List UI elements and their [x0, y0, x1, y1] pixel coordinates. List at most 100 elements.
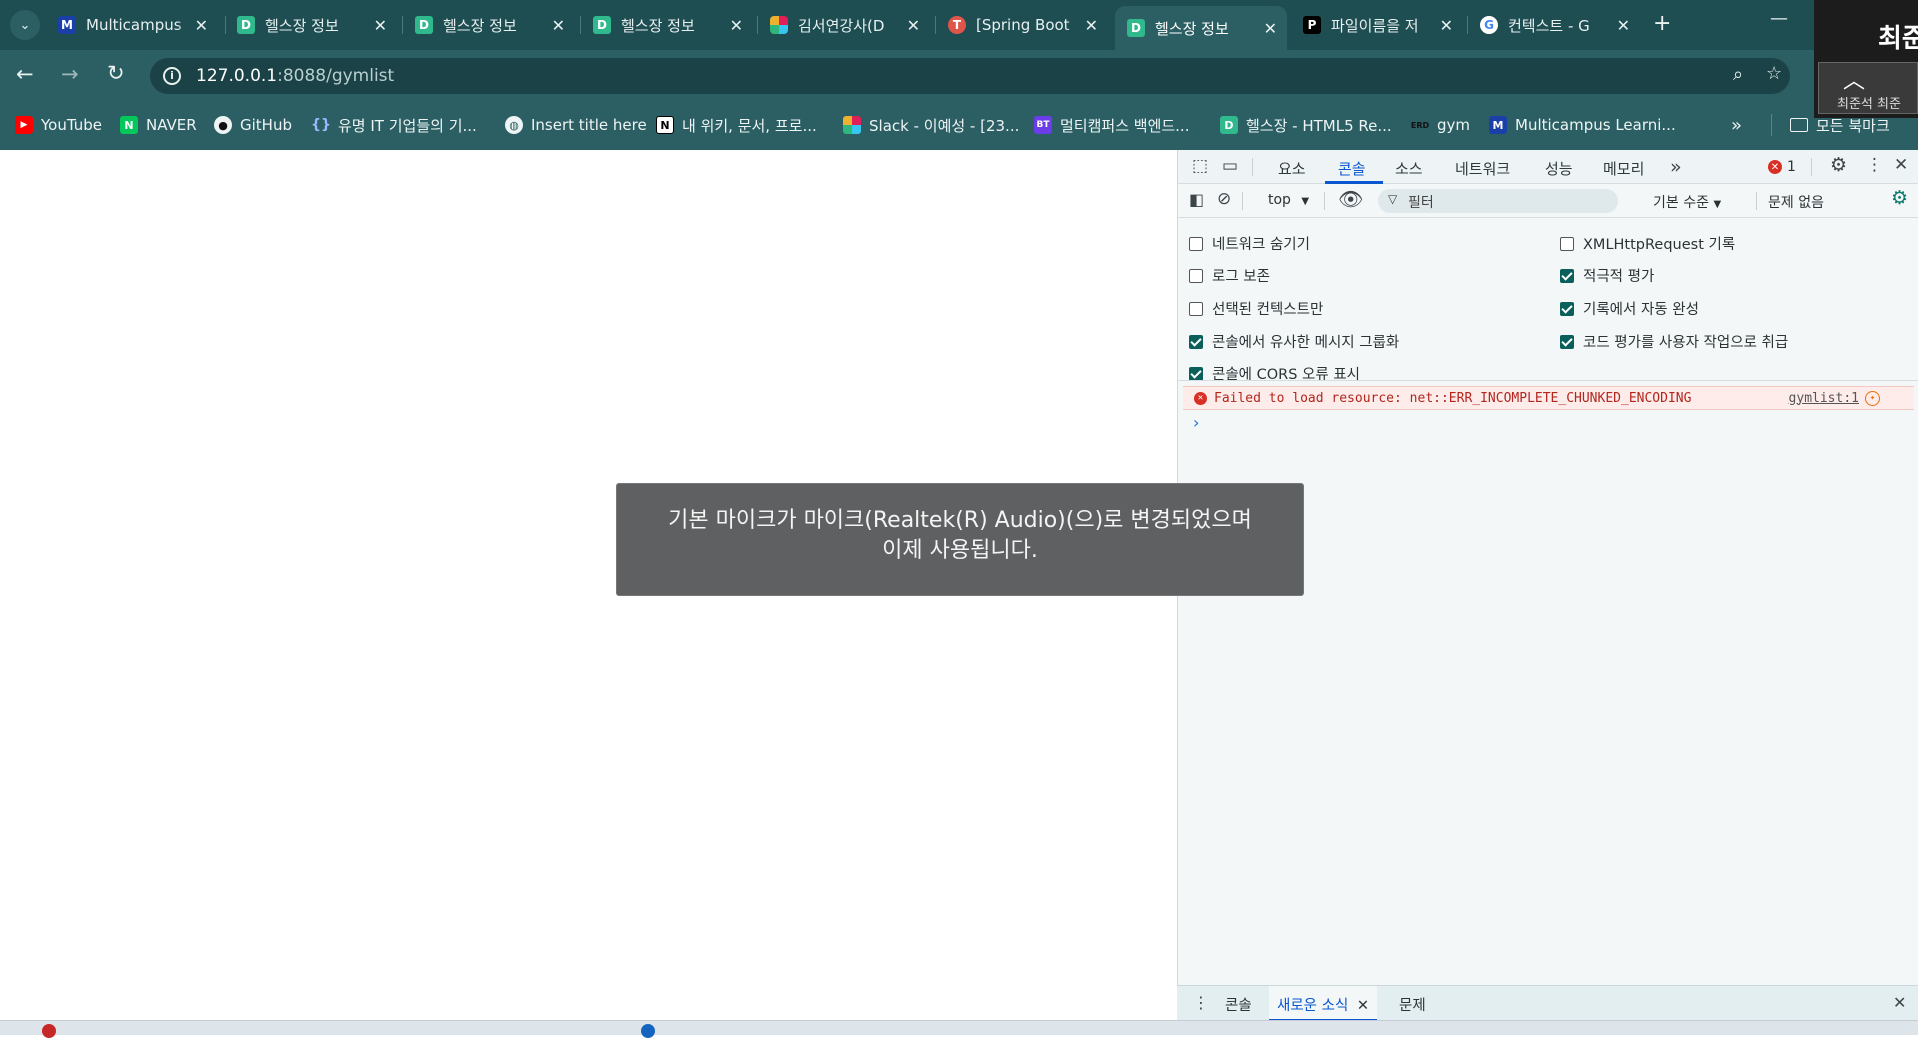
- inspect-element-icon[interactable]: ⬚: [1192, 156, 1208, 176]
- option-hide-network[interactable]: 네트워크 숨기기: [1189, 233, 1310, 254]
- checkbox-checked[interactable]: [1189, 366, 1203, 381]
- option-group-similar[interactable]: 콘솔에서 유사한 메시지 그룹화: [1189, 331, 1399, 352]
- bookmark-gym[interactable]: ERD gym: [1411, 114, 1470, 136]
- close-icon[interactable]: ✕: [1617, 16, 1630, 35]
- minimize-button[interactable]: —: [1770, 8, 1788, 29]
- checkbox-checked[interactable]: [1560, 268, 1574, 283]
- slack-icon: [770, 16, 788, 34]
- option-eager-eval[interactable]: 적극적 평가: [1560, 265, 1654, 286]
- tab-elements[interactable]: 요소: [1278, 158, 1306, 179]
- tab-memory[interactable]: 메모리: [1603, 158, 1644, 179]
- bookmark-gym-html[interactable]: D 헬스장 - HTML5 Re...: [1220, 114, 1392, 136]
- error-badge[interactable]: ✕ 1: [1768, 159, 1796, 175]
- option-preserve-log[interactable]: 로그 보존: [1189, 265, 1270, 286]
- close-drawer-icon[interactable]: ✕: [1893, 993, 1906, 1012]
- checkbox-checked[interactable]: [1189, 334, 1203, 349]
- bookmark-multicampus-learning[interactable]: M Multicampus Learni...: [1489, 114, 1676, 136]
- close-icon[interactable]: ✕: [1440, 16, 1453, 35]
- checkbox[interactable]: [1189, 301, 1203, 316]
- close-icon[interactable]: ✕: [195, 16, 208, 35]
- checkbox-checked[interactable]: [1560, 301, 1574, 316]
- tab-7[interactable]: P 파일이름을 저 ✕: [1303, 8, 1463, 42]
- clear-console-icon[interactable]: ⊘: [1217, 189, 1231, 209]
- site-info-icon[interactable]: i: [163, 67, 181, 85]
- live-expression-eye-icon[interactable]: 👁: [1338, 187, 1363, 211]
- close-icon[interactable]: ✕: [552, 16, 565, 35]
- tab-search-button[interactable]: ⌄: [10, 10, 40, 40]
- checkbox[interactable]: [1189, 268, 1203, 283]
- sidebar-toggle-icon[interactable]: ◧: [1189, 190, 1204, 209]
- close-icon[interactable]: ✕: [907, 16, 920, 35]
- back-button[interactable]: ←: [16, 62, 34, 86]
- close-icon[interactable]: ✕: [1264, 19, 1277, 38]
- chevron-up-icon[interactable]: ︿: [1843, 63, 1865, 95]
- more-tabs-icon[interactable]: »: [1670, 156, 1682, 178]
- tab-sources[interactable]: 소스: [1395, 158, 1423, 179]
- bookmark-insert-title[interactable]: ◍ Insert title here: [505, 114, 647, 136]
- filter-input[interactable]: ▽ 필터: [1378, 189, 1618, 213]
- bookmark-label: 유명 IT 기업들의 기...: [338, 116, 477, 135]
- checkbox[interactable]: [1560, 236, 1574, 251]
- drawer-tab-console[interactable]: 콘솔: [1225, 994, 1252, 1015]
- drawer-tab-issues[interactable]: 문제: [1399, 994, 1426, 1015]
- tab-3[interactable]: D 헬스장 정보 ✕: [593, 8, 753, 42]
- drawer-tab-whats-new[interactable]: 새로운 소식 ✕: [1269, 986, 1378, 1021]
- error-source-link[interactable]: gymlist:1: [1789, 391, 1859, 406]
- tab-6-active[interactable]: D 헬스장 정보 ✕: [1115, 6, 1287, 50]
- tab-1[interactable]: D 헬스장 정보 ✕: [237, 8, 397, 42]
- option-label: 선택된 컨텍스트만: [1212, 302, 1324, 318]
- tab-4[interactable]: 김서연강사(D ✕: [770, 8, 930, 42]
- drawer-menu-icon[interactable]: ⋮: [1193, 993, 1209, 1012]
- bookmark-youtube[interactable]: ▶ YouTube: [15, 114, 102, 136]
- bookmarks-overflow-button[interactable]: »: [1731, 114, 1742, 136]
- device-toolbar-icon[interactable]: ▭: [1222, 156, 1238, 176]
- taskbar-blue-icon[interactable]: [641, 1024, 655, 1038]
- close-icon[interactable]: ✕: [1085, 16, 1098, 35]
- address-bar[interactable]: i 127.0.0.1:8088/gymlist ⌕ ☆: [150, 58, 1790, 94]
- close-icon[interactable]: ✕: [1357, 998, 1369, 1014]
- more-options-icon[interactable]: ⋮: [1866, 155, 1883, 175]
- console-prompt[interactable]: ›: [1193, 413, 1199, 432]
- option-autocomplete-history[interactable]: 기록에서 자동 완성: [1560, 298, 1699, 319]
- option-label: 콘솔에서 유사한 메시지 그룹화: [1212, 335, 1400, 351]
- tab-2[interactable]: D 헬스장 정보 ✕: [415, 8, 575, 42]
- log-level-dropdown[interactable]: 기본 수준 ▼: [1653, 192, 1721, 212]
- tab-network[interactable]: 네트워크: [1455, 158, 1510, 179]
- checkbox[interactable]: [1189, 236, 1203, 251]
- settings-gear-icon[interactable]: ⚙: [1830, 154, 1847, 176]
- taskbar-red-icon[interactable]: [42, 1024, 56, 1038]
- option-selected-context[interactable]: 선택된 컨텍스트만: [1189, 298, 1323, 319]
- forward-button[interactable]: →: [61, 62, 79, 86]
- tab-title: 헬스장 정보: [621, 16, 695, 35]
- bookmark-star-icon[interactable]: ☆: [1766, 63, 1782, 84]
- context-value: top: [1268, 192, 1291, 208]
- bookmark-it[interactable]: {} 유명 IT 기업들의 기...: [311, 114, 477, 136]
- error-icon: ✕: [1768, 160, 1782, 174]
- bookmark-github[interactable]: ● GitHub: [214, 114, 292, 136]
- tab-0[interactable]: M Multicampus ✕: [58, 8, 218, 42]
- zoom-icon[interactable]: ⌕: [1733, 64, 1743, 85]
- bookmark-slack[interactable]: Slack - 이예성 - [23...: [843, 114, 1019, 136]
- ai-insight-icon[interactable]: ✦: [1865, 390, 1880, 406]
- bookmark-notion[interactable]: N 내 위키, 문서, 프로...: [656, 114, 817, 136]
- option-user-gesture[interactable]: 코드 평가를 사용자 작업으로 취급: [1560, 331, 1788, 352]
- checkbox-checked[interactable]: [1560, 334, 1574, 349]
- bookmark-label: 내 위키, 문서, 프로...: [682, 116, 817, 135]
- new-tab-button[interactable]: +: [1653, 11, 1671, 36]
- context-selector[interactable]: top ▼: [1268, 192, 1309, 208]
- spring-icon: T: [948, 16, 966, 34]
- option-log-xhr[interactable]: XMLHttpRequest 기록: [1560, 233, 1735, 254]
- reload-button[interactable]: ↻: [107, 61, 125, 85]
- tab-5[interactable]: T [Spring Boot ✕: [948, 8, 1108, 42]
- console-settings-gear-icon[interactable]: ⚙: [1891, 187, 1908, 209]
- tab-console[interactable]: 콘솔: [1338, 158, 1366, 179]
- close-icon[interactable]: ✕: [374, 16, 387, 35]
- close-devtools-icon[interactable]: ✕: [1894, 155, 1908, 175]
- close-icon[interactable]: ✕: [730, 16, 743, 35]
- bookmark-naver[interactable]: N NAVER: [120, 114, 197, 136]
- drawer-tab-label: 새로운 소식: [1277, 998, 1349, 1014]
- bookmark-multicampus-backend[interactable]: BT 멀티캠퍼스 백엔드...: [1034, 114, 1189, 136]
- tab-8[interactable]: G 컨텍스트 - G ✕: [1480, 8, 1640, 42]
- issues-count[interactable]: 문제 없음: [1768, 192, 1824, 212]
- tab-performance[interactable]: 성능: [1545, 158, 1573, 179]
